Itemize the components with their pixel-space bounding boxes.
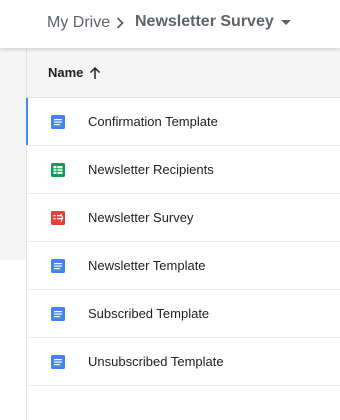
file-name: Unsubscribed Template: [88, 354, 224, 369]
breadcrumb: My Drive Newsletter Survey: [0, 0, 340, 48]
file-row[interactable]: Newsletter Template: [27, 242, 340, 290]
caret-down-icon[interactable]: [280, 19, 291, 25]
breadcrumb-current-folder[interactable]: Newsletter Survey: [135, 12, 291, 32]
chevron-right-icon: [116, 17, 124, 29]
file-list: Name Confirmation Template Newsletter Rec…: [26, 48, 340, 386]
file-row[interactable]: Newsletter Survey: [27, 194, 340, 242]
form-icon: [50, 210, 66, 226]
file-name: Confirmation Template: [88, 114, 218, 129]
list-header: Name: [27, 48, 340, 98]
sheet-icon: [50, 162, 66, 178]
file-row[interactable]: Subscribed Template: [27, 290, 340, 338]
breadcrumb-current-label: Newsletter Survey: [135, 13, 274, 30]
file-name: Subscribed Template: [88, 306, 210, 321]
file-row[interactable]: Unsubscribed Template: [27, 338, 340, 386]
sort-by-name[interactable]: Name: [48, 65, 83, 80]
file-rows: Confirmation Template Newsletter Recipien…: [26, 98, 340, 386]
file-row[interactable]: Confirmation Template: [26, 98, 340, 146]
doc-icon: [50, 258, 66, 274]
arrow-up-icon[interactable]: [89, 66, 101, 80]
file-name: Newsletter Recipients: [88, 162, 214, 177]
file-row[interactable]: Newsletter Recipients: [27, 146, 340, 194]
doc-icon: [50, 306, 66, 322]
left-panel: [0, 48, 26, 260]
file-name: Newsletter Survey: [88, 210, 194, 225]
breadcrumb-my-drive[interactable]: My Drive: [47, 13, 110, 33]
doc-icon: [50, 354, 66, 370]
doc-icon: [50, 114, 66, 130]
file-name: Newsletter Template: [88, 258, 206, 273]
